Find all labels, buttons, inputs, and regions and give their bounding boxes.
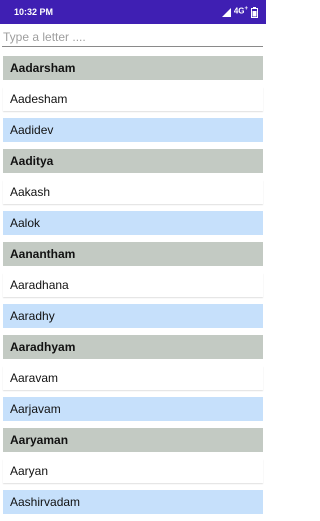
list-item[interactable]: Aadarsham — [3, 56, 263, 80]
status-icons: 4G+ — [221, 6, 258, 18]
list-item-label: Aadarsham — [10, 61, 76, 75]
list-item-label: Aakash — [10, 185, 51, 199]
battery-icon — [251, 6, 258, 18]
list-item-label: Aaradhy — [10, 309, 55, 323]
name-list[interactable]: Aadarsham Aadesham Aadidev Aaditya Aakash Aal… — [3, 56, 263, 521]
list-item-label: Aanantham — [10, 247, 76, 261]
list-item-label: Aaradhana — [10, 278, 69, 292]
list-item[interactable]: Aakash — [3, 180, 263, 204]
list-item-label: Aaravam — [10, 371, 59, 385]
list-item[interactable]: Aaradhyam — [3, 335, 263, 359]
network-type: 4G+ — [233, 6, 248, 16]
list-item[interactable]: Aarjavam — [3, 397, 263, 421]
list-item-label: Aadesham — [10, 92, 68, 106]
signal-icon — [221, 7, 231, 17]
list-item-label: Aaryan — [10, 464, 49, 478]
status-bar: 10:32 PM 4G+ — [0, 0, 266, 24]
list-item[interactable]: Aaditya — [3, 149, 263, 173]
list-item[interactable]: Aaradhana — [3, 273, 263, 297]
list-item-label: Aashirvadam — [10, 495, 81, 509]
status-time: 10:32 PM — [14, 7, 54, 17]
list-item-label: Aalok — [10, 216, 41, 230]
list-item[interactable]: Aaradhy — [3, 304, 263, 328]
list-item-label: Aaradhyam — [10, 340, 76, 354]
list-item-label: Aarjavam — [10, 402, 61, 416]
list-item-label: Aaryaman — [10, 433, 69, 447]
list-item-label: Aaditya — [10, 154, 54, 168]
list-item[interactable]: Aalok — [3, 211, 263, 235]
list-item[interactable]: Aadesham — [3, 87, 263, 111]
list-item[interactable]: Aaravam — [3, 366, 263, 390]
search-field[interactable] — [2, 27, 263, 47]
list-item[interactable]: Aanantham — [3, 242, 263, 266]
list-item-label: Aadidev — [10, 123, 54, 137]
list-item[interactable]: Aadidev — [3, 118, 263, 142]
list-item[interactable]: Aaryan — [3, 459, 263, 483]
search-input[interactable] — [2, 27, 263, 46]
list-item[interactable]: Aaryaman — [3, 428, 263, 452]
list-item[interactable]: Aashirvadam — [3, 490, 263, 514]
